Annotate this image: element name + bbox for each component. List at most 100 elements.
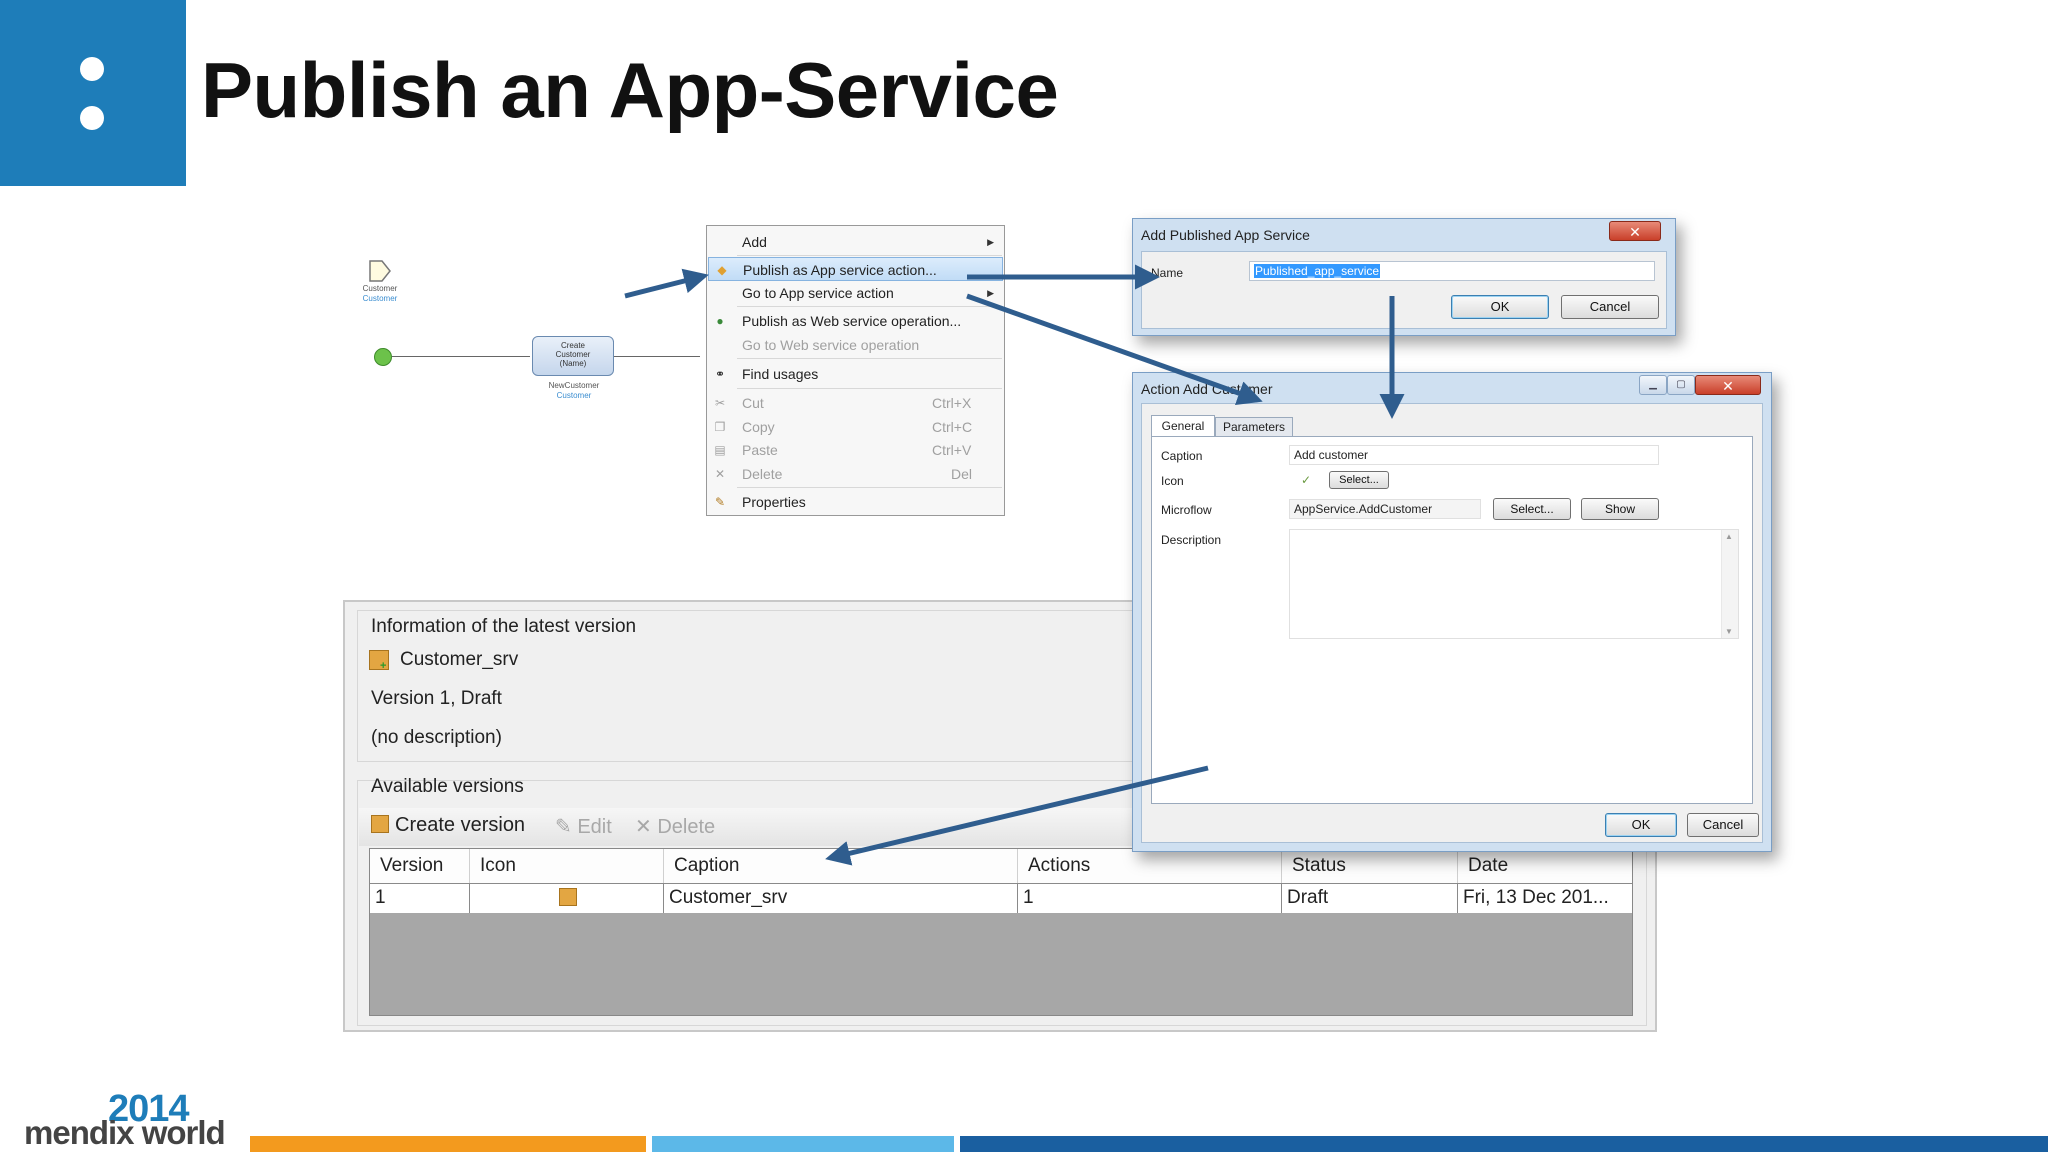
menu-shortcut: Ctrl+V	[932, 442, 972, 458]
tab-parameters[interactable]: Parameters	[1215, 417, 1293, 437]
menu-item-label: Paste	[742, 442, 778, 458]
globe-icon: ●	[716, 314, 724, 328]
table-cell-icon[interactable]	[470, 883, 664, 913]
tab-general[interactable]: General	[1151, 415, 1215, 437]
dialog-title: Action Add Customer	[1141, 381, 1273, 397]
footer-brand: mendix world	[24, 1114, 226, 1151]
maximize-icon[interactable]: ▢	[1667, 375, 1695, 395]
parameter-type: Customer	[362, 294, 398, 303]
menu-item-label: Find usages	[742, 366, 819, 382]
caption-input[interactable]: Add customer	[1289, 445, 1659, 465]
submenu-arrow-icon: ▶	[987, 237, 994, 247]
menu-item-paste[interactable]: ▤ Paste Ctrl+V	[707, 438, 1004, 462]
icon-select-button[interactable]: Select...	[1329, 471, 1389, 489]
submenu-arrow-icon: ▶	[987, 288, 994, 298]
start-event[interactable]	[374, 348, 392, 366]
footer-bar-dark-blue	[960, 1136, 2048, 1152]
scissors-icon: ✂	[714, 396, 726, 410]
create-customer-activity[interactable]: Create Customer (Name)	[532, 336, 614, 376]
table-cell-status[interactable]: Draft	[1282, 883, 1458, 913]
logo-dot-bottom	[80, 106, 104, 130]
service-description: (no description)	[371, 727, 502, 748]
microflow-label: Microflow	[1161, 503, 1212, 517]
menu-item-cut[interactable]: ✂ Cut Ctrl+X	[707, 391, 1004, 415]
close-icon[interactable]: ✕	[1695, 375, 1761, 395]
table-cell-version[interactable]: 1	[370, 883, 470, 913]
menu-item-find-usages[interactable]: ⚭ Find usages	[707, 362, 1004, 386]
delete-icon: ✕	[635, 816, 652, 838]
column-header-icon[interactable]: Icon	[470, 849, 664, 883]
menu-item-go-to-web-service-operation[interactable]: Go to Web service operation	[707, 333, 1004, 357]
table-cell-date[interactable]: Fri, 13 Dec 201...	[1458, 883, 1632, 913]
table-cell-caption[interactable]: Customer_srv	[664, 883, 1018, 913]
version-text: Version 1, Draft	[371, 688, 502, 709]
menu-shortcut: Ctrl+X	[932, 395, 972, 411]
delete-button[interactable]: ✕ Delete	[635, 814, 715, 839]
menu-item-go-to-app-service-action[interactable]: Go to App service action ▶	[707, 281, 1004, 305]
activity-line-3: (Name)	[559, 359, 587, 368]
description-label: Description	[1161, 533, 1222, 547]
info-heading: Information of the latest version	[371, 616, 637, 637]
activity-output-type: Customer	[556, 391, 592, 400]
context-menu: Add ▶ ◆ Publish as App service action...…	[706, 225, 1005, 516]
activity-line-1: Create	[560, 341, 585, 350]
ok-button[interactable]: OK	[1451, 295, 1549, 319]
microflow-show-button[interactable]: Show	[1581, 498, 1659, 520]
name-input-selected-text: Published_app_service	[1254, 264, 1381, 278]
microflow-select-button[interactable]: Select...	[1493, 498, 1571, 520]
versions-heading: Available versions	[371, 776, 524, 797]
table-cell-actions[interactable]: 1	[1018, 883, 1282, 913]
menu-item-add[interactable]: Add ▶	[707, 230, 1004, 254]
activity-line-2: Customer	[555, 350, 591, 359]
name-input[interactable]: Published_app_service	[1249, 261, 1655, 281]
menu-item-publish-web-service-operation[interactable]: ● Publish as Web service operation...	[707, 309, 1004, 333]
menu-separator	[737, 487, 1002, 488]
parameter-icon[interactable]	[367, 258, 393, 284]
delete-label: Delete	[657, 816, 716, 838]
service-name: Customer_srv	[400, 649, 519, 670]
pencil-icon: ✎	[555, 816, 572, 838]
menu-item-label: Publish as Web service operation...	[742, 313, 962, 329]
icon-label: Icon	[1161, 474, 1184, 488]
minimize-icon[interactable]: ▁	[1639, 375, 1667, 395]
scroll-up-icon[interactable]: ▲	[1725, 532, 1733, 541]
logo-dot-top	[80, 57, 104, 81]
menu-item-publish-app-service-action[interactable]: ◆ Publish as App service action...	[708, 257, 1003, 281]
menu-item-label: Cut	[742, 395, 764, 411]
menu-item-label: Add	[742, 234, 767, 250]
menu-item-properties[interactable]: ✎ Properties	[707, 490, 1004, 514]
cancel-button[interactable]: Cancel	[1561, 295, 1659, 319]
sequence-flow-line-2	[614, 356, 700, 357]
sequence-flow-line	[392, 356, 530, 357]
paste-icon: ▤	[714, 443, 726, 457]
logo-block	[0, 0, 186, 186]
menu-separator	[737, 306, 1002, 307]
scroll-down-icon[interactable]: ▼	[1725, 627, 1733, 636]
create-version-label: Create version	[395, 814, 526, 836]
menu-item-label: Publish as App service action...	[743, 262, 937, 278]
menu-item-copy[interactable]: ❐ Copy Ctrl+C	[707, 415, 1004, 439]
create-version-button[interactable]: Create version	[371, 814, 525, 837]
app-service-icon	[559, 888, 577, 906]
menu-separator	[737, 358, 1002, 359]
column-header-date[interactable]: Date	[1458, 849, 1632, 883]
parameter-label: Customer	[362, 284, 398, 293]
edit-label: Edit	[577, 816, 612, 838]
activity-output: NewCustomer	[548, 381, 600, 390]
microflow-input[interactable]: AppService.AddCustomer	[1289, 499, 1481, 519]
menu-shortcut: Del	[951, 466, 973, 482]
column-header-status[interactable]: Status	[1282, 849, 1458, 883]
close-icon[interactable]: ✕	[1609, 221, 1661, 241]
ok-button[interactable]: OK	[1605, 813, 1677, 837]
cancel-button[interactable]: Cancel	[1687, 813, 1759, 837]
menu-item-delete[interactable]: ✕ Delete Del	[707, 462, 1004, 486]
column-header-caption[interactable]: Caption	[664, 849, 1018, 883]
footer-bar-orange	[250, 1136, 646, 1152]
edit-button[interactable]: ✎ Edit	[555, 814, 612, 839]
name-label: Name	[1151, 266, 1184, 280]
description-textarea[interactable]: ▲ ▼	[1289, 529, 1739, 639]
column-header-actions[interactable]: Actions	[1018, 849, 1282, 883]
menu-item-label: Go to Web service operation	[742, 337, 920, 353]
description-scrollbar[interactable]: ▲ ▼	[1721, 530, 1738, 638]
column-header-version[interactable]: Version	[370, 849, 470, 883]
